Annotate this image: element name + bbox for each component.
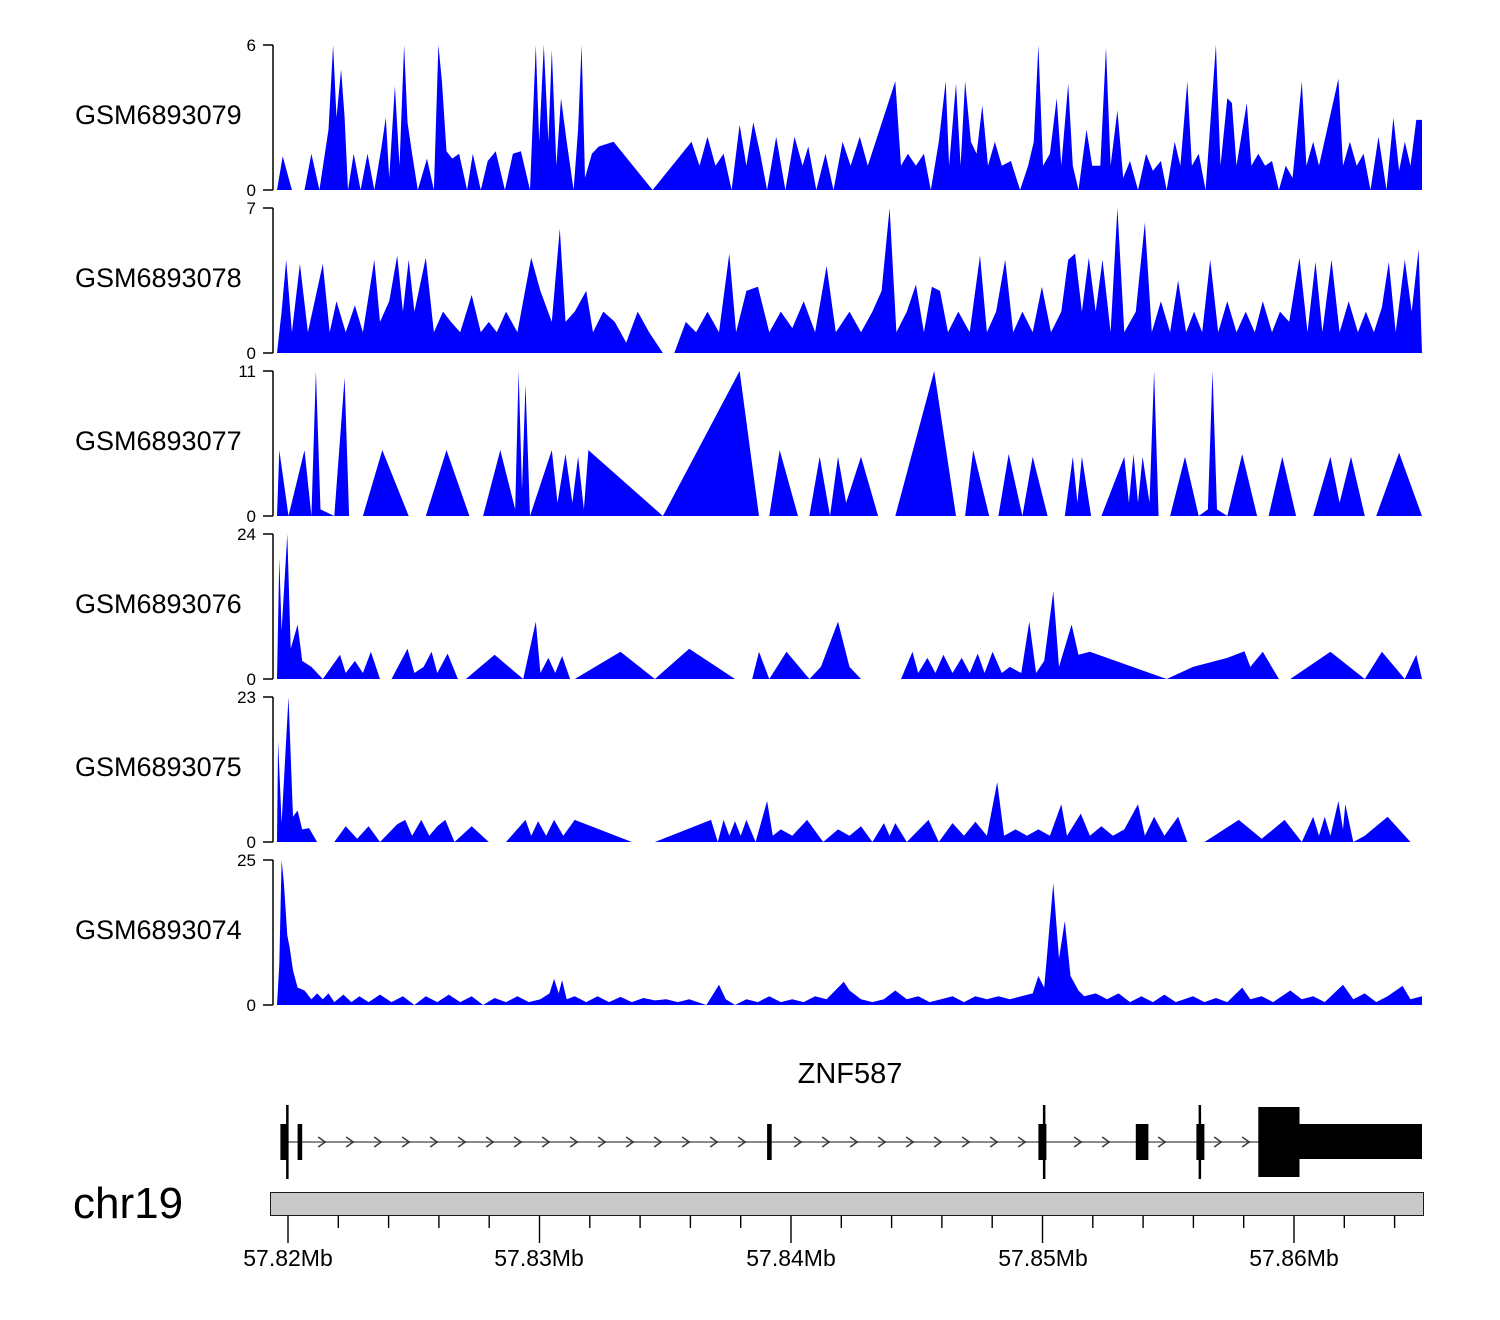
y-axis-bracket [263,697,273,842]
y-axis-bracket [263,534,273,679]
y-axis-bracket [263,45,273,190]
coverage-track-plot [260,44,1423,192]
coverage-area [277,208,1422,353]
axis-tick-label: 57.84Mb [731,1245,851,1272]
track-label: GSM6893076 [75,589,242,620]
coverage-area [277,860,1422,1005]
track-label: GSM6893074 [75,915,242,946]
genome-browser-figure: GSM689307960GSM689307870GSM6893077110GSM… [0,0,1500,1320]
chromosome-label: chr19 [73,1179,183,1229]
gene-exon-exon [298,1124,303,1160]
track-label: GSM6893078 [75,263,242,294]
coverage-track-plot [260,370,1423,518]
y-axis-max-label: 7 [200,199,256,219]
axis-tick-label: 57.86Mb [1234,1245,1354,1272]
chromosome-ideogram-bar [270,1192,1424,1216]
y-axis-bracket [263,860,273,1005]
y-axis-max-label: 24 [200,525,256,545]
y-axis-zero-label: 0 [200,181,256,201]
y-axis-max-label: 25 [200,851,256,871]
coverage-track-plot [260,696,1423,844]
coverage-area [277,534,1422,679]
axis-tick-label: 57.82Mb [228,1245,348,1272]
gene-exon-exon [1136,1124,1149,1160]
track-label: GSM6893079 [75,100,242,131]
y-axis-zero-label: 0 [200,996,256,1016]
y-axis-bracket [263,208,273,353]
gene-label: ZNF587 [277,1058,1423,1091]
track-label: GSM6893077 [75,426,242,457]
y-axis-max-label: 23 [200,688,256,708]
y-axis-zero-label: 0 [200,344,256,364]
y-axis-max-label: 11 [200,362,256,382]
gene-exon-exon [767,1124,772,1160]
gene-exon-exon-large [1258,1107,1299,1177]
coverage-area [277,45,1422,190]
coverage-track-plot [260,207,1423,355]
coverage-area [277,697,1422,842]
gene-boundary-line [1043,1105,1046,1179]
gene-model-track [270,1095,1425,1195]
axis-tick-label: 57.85Mb [983,1245,1103,1272]
y-axis-zero-label: 0 [200,670,256,690]
y-axis-bracket [263,371,273,516]
gene-exon-utr [1300,1124,1423,1159]
gene-boundary-line [286,1105,289,1179]
coverage-track-plot [260,859,1423,1007]
coverage-track-plot [260,533,1423,681]
track-label: GSM6893075 [75,752,242,783]
gene-boundary-line [1199,1105,1202,1179]
y-axis-zero-label: 0 [200,833,256,853]
coverage-area [277,371,1422,516]
axis-tick-label: 57.83Mb [479,1245,599,1272]
y-axis-max-label: 6 [200,36,256,56]
y-axis-zero-label: 0 [200,507,256,527]
